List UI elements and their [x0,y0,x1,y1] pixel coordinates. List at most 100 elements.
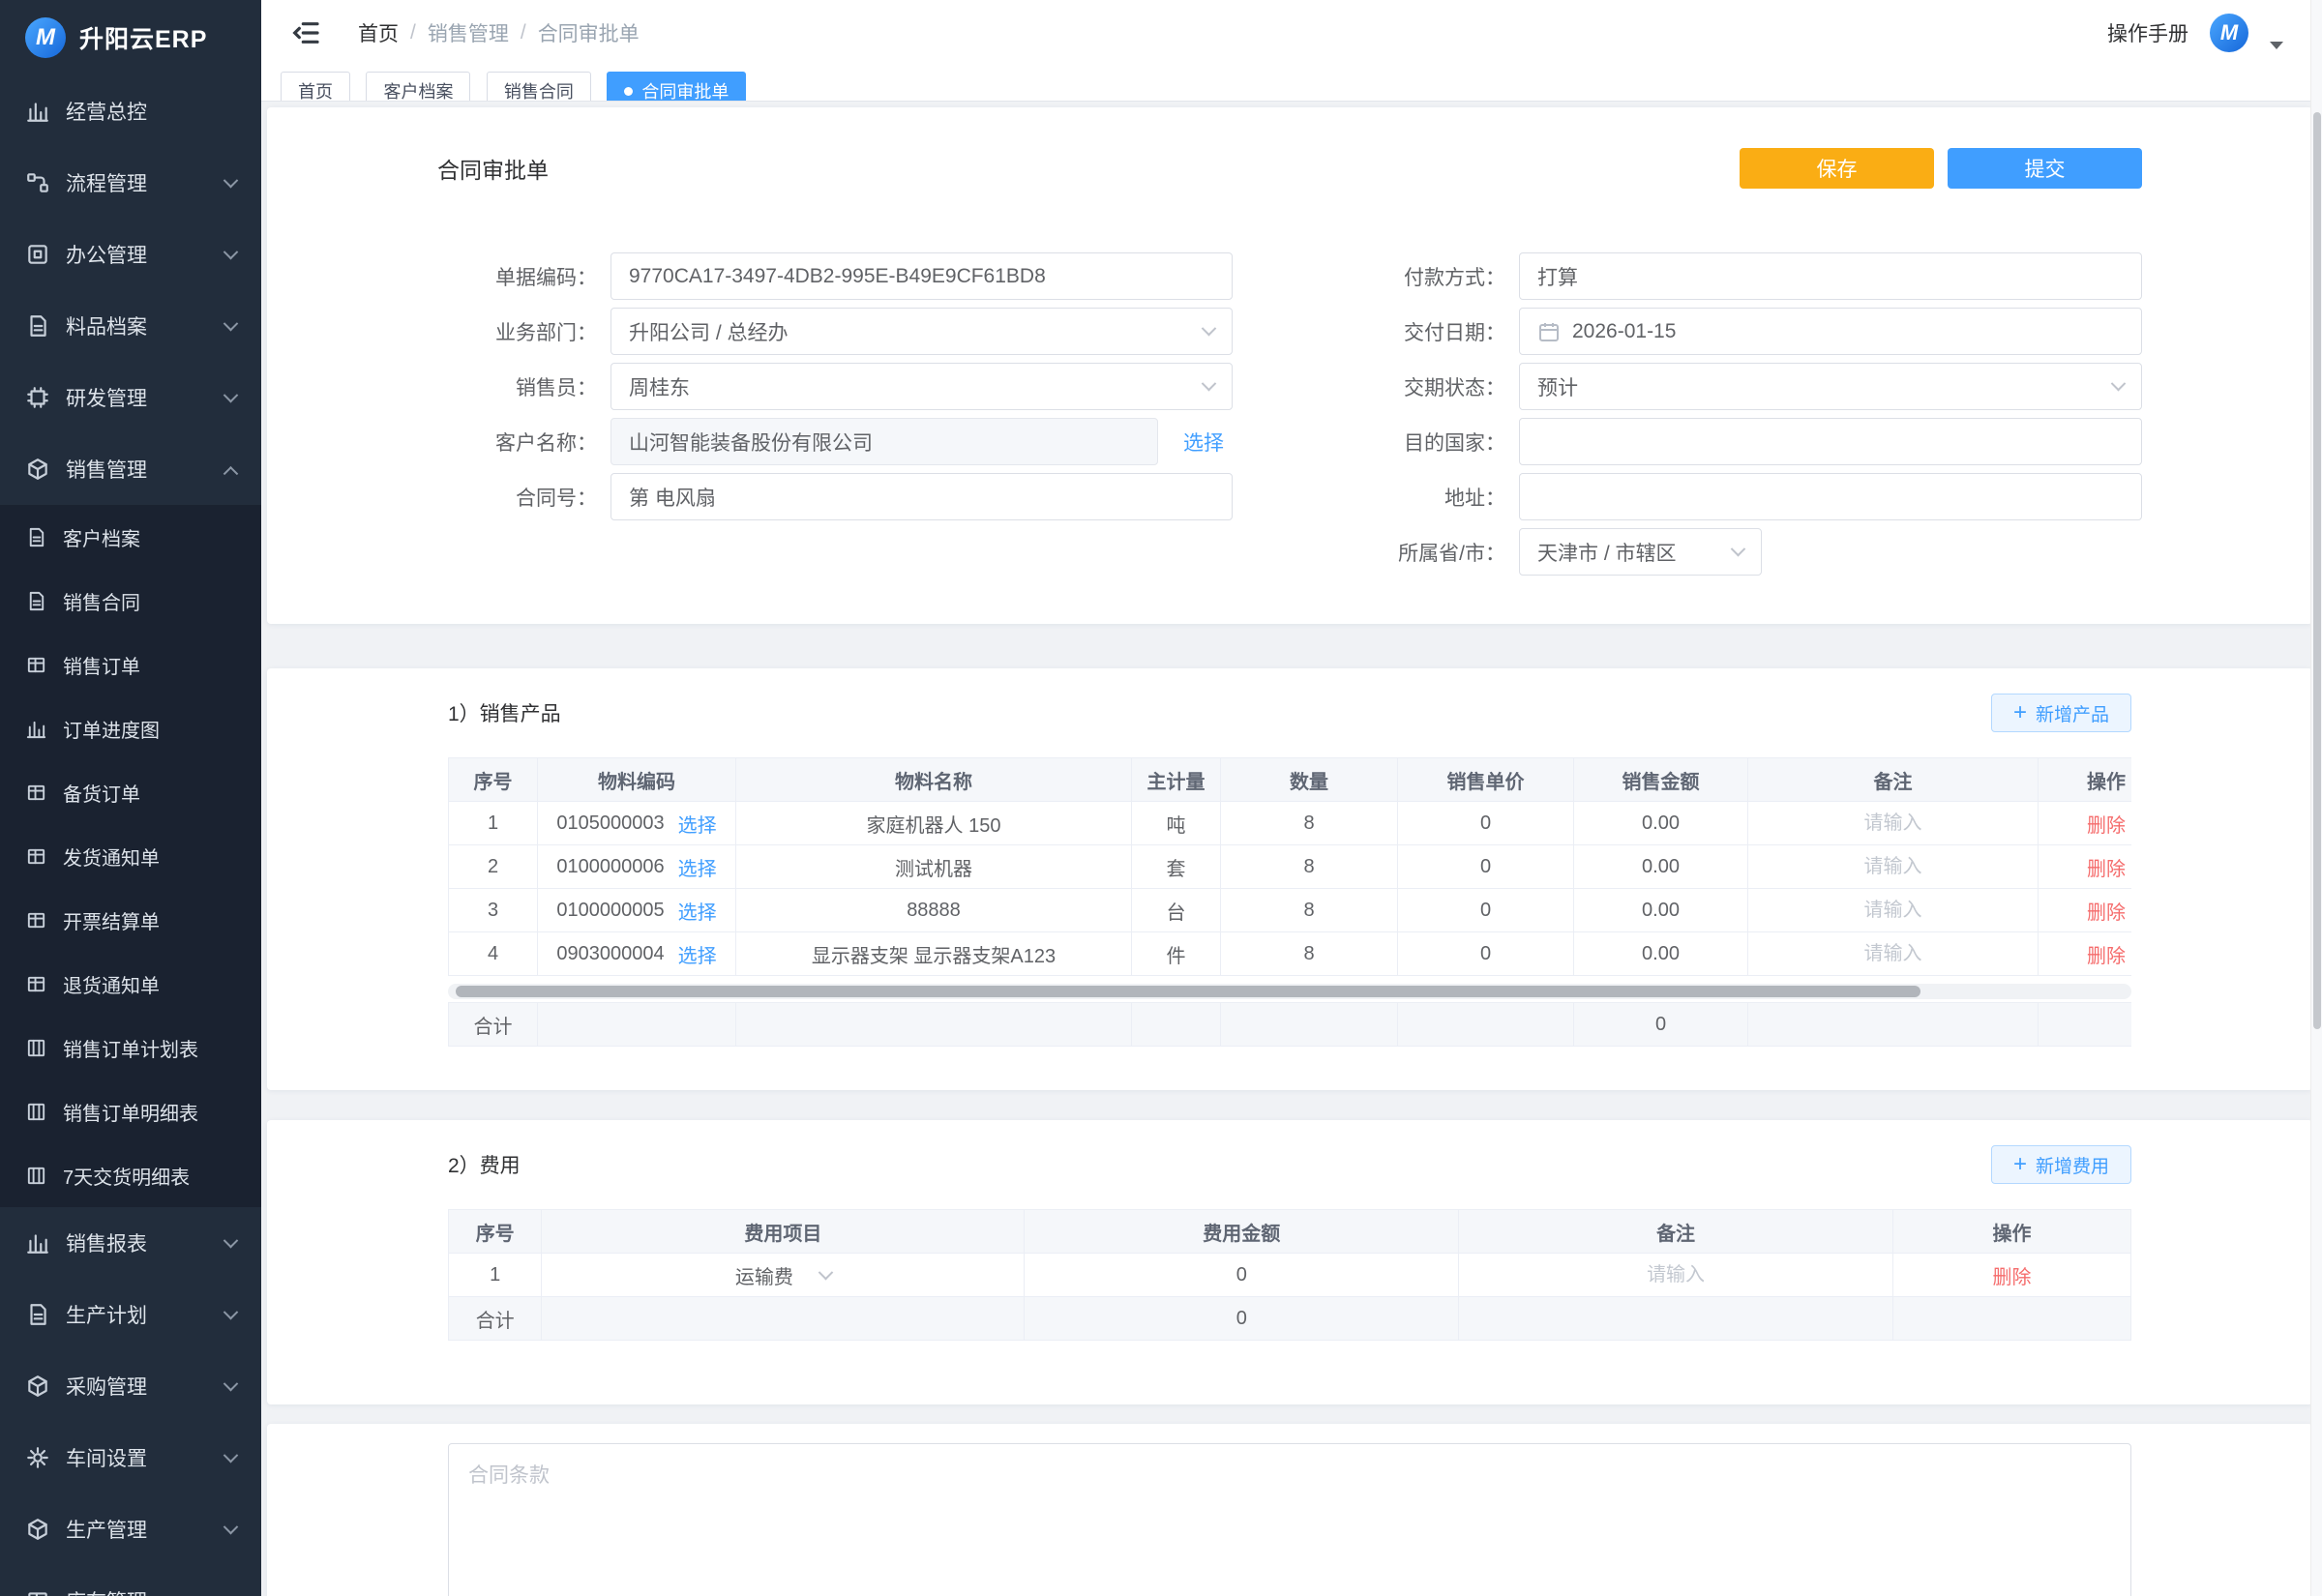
quantity-cell[interactable]: 8 [1221,932,1398,976]
sidebar-item-order-detail-report[interactable]: 销售订单明细表 [0,1079,261,1143]
manual-link[interactable]: 操作手册 [2107,18,2188,47]
payment-input[interactable] [1519,252,2142,300]
inventory-icon [25,1588,50,1596]
col-header: 费用项目 [542,1210,1025,1254]
sidebar-item-purchasing[interactable]: 采购管理 [0,1350,261,1422]
sidebar-item-7day-delivery-report[interactable]: 7天交货明细表 [0,1143,261,1207]
sidebar-item-workshop-settings[interactable]: 车间设置 [0,1422,261,1493]
sidebar-item-label: 料品档案 [66,311,147,340]
delivery-date-value: 2026-01-15 [1572,320,1676,343]
select-material-link[interactable]: 选择 [678,940,717,968]
sidebar-item-return-notices[interactable]: 退货通知单 [0,952,261,1016]
sidebar-item-invoice-settlement[interactable]: 开票结算单 [0,888,261,952]
sidebar-item-sales-reports[interactable]: 销售报表 [0,1207,261,1279]
material-name: 测试机器 [736,845,1132,889]
col-header: 物料名称 [736,758,1132,802]
select-material-link[interactable]: 选择 [678,853,717,881]
product-row: 3 0100000005选择 88888 台 8 0 0.00 删除 [449,889,2132,932]
delivery-status-select[interactable]: 预计 [1519,363,2142,410]
delivery-date-label: 交付日期： [1312,317,1519,346]
sidebar-item-production-mgmt[interactable]: 生产管理 [0,1493,261,1565]
quantity-cell[interactable]: 8 [1221,845,1398,889]
dept-select[interactable]: 升阳公司 / 总经办 [610,308,1233,355]
tab-home[interactable]: 首页 [281,72,350,102]
doc-no-input[interactable] [610,252,1233,300]
tab-contract-approval[interactable]: 合同审批单 [607,72,746,102]
remark-input[interactable] [1765,813,2020,835]
sidebar-item-shipping-notices[interactable]: 发货通知单 [0,824,261,888]
breadcrumb-section[interactable]: 销售管理 [428,18,509,47]
order-detail-icon [25,1101,47,1123]
chevron-down-icon [223,387,239,402]
sidebar-item-stock-orders[interactable]: 备货订单 [0,760,261,824]
breadcrumb: 首页 / 销售管理 / 合同审批单 [358,18,640,47]
remark-input[interactable] [1482,1264,1870,1286]
sidebar-item-sales[interactable]: 销售管理 [0,433,261,505]
sidebar-item-sales-orders[interactable]: 销售订单 [0,633,261,696]
contract-no-input[interactable] [610,473,1233,520]
user-avatar[interactable]: M [2210,14,2248,52]
workshop-gear-icon [25,1445,50,1470]
delete-row-link[interactable]: 删除 [1992,1267,2031,1288]
sidebar-item-workflow[interactable]: 流程管理 [0,147,261,219]
quantity-cell[interactable]: 8 [1221,802,1398,845]
sidebar-item-label: 生产计划 [66,1300,147,1329]
province-select-value: 天津市 / 市辖区 [1537,538,1677,567]
salesman-select[interactable]: 周桂东 [610,363,1233,410]
chevron-down-icon [223,1590,239,1596]
submit-button[interactable]: 提交 [1948,148,2142,189]
fee-item-select[interactable]: 运输费 [735,1261,831,1289]
material-code: 0903000004 [556,943,664,965]
address-input[interactable] [1519,473,2142,520]
unit-price-cell[interactable]: 0 [1398,932,1574,976]
tab-customer-files[interactable]: 客户档案 [366,72,470,102]
unit-price-cell[interactable]: 0 [1398,802,1574,845]
delivery-date-picker[interactable]: 2026-01-15 [1519,308,2142,355]
sidebar-item-inventory[interactable]: 库存管理 [0,1565,261,1596]
delete-row-link[interactable]: 删除 [2087,946,2126,967]
delete-row-link[interactable]: 删除 [2087,859,2126,880]
remark-input[interactable] [1765,943,2020,965]
save-button[interactable]: 保存 [1740,148,1934,189]
province-label: 所属省/市： [1312,538,1519,567]
sidebar-item-materials[interactable]: 料品档案 [0,290,261,362]
dest-country-input[interactable] [1519,418,2142,465]
sidebar-collapse-icon[interactable] [290,17,321,48]
sidebar-item-production-plan[interactable]: 生产计划 [0,1279,261,1350]
customer-select-link[interactable]: 选择 [1183,428,1224,457]
sidebar-item-rnd[interactable]: 研发管理 [0,362,261,433]
horizontal-scrollbar-thumb[interactable] [456,986,1920,997]
add-product-button[interactable]: + 新增产品 [1991,694,2131,732]
sidebar-item-order-plan-report[interactable]: 销售订单计划表 [0,1016,261,1079]
quantity-cell[interactable]: 8 [1221,889,1398,932]
stock-order-icon [25,782,47,804]
sidebar-item-label: 流程管理 [66,168,147,197]
sidebar-item-business-overview[interactable]: 经营总控 [0,75,261,147]
remark-input[interactable] [1765,900,2020,922]
province-select[interactable]: 天津市 / 市辖区 [1519,528,1762,576]
fee-amount-cell[interactable]: 0 [1025,1254,1459,1297]
material-code: 0100000005 [556,900,664,922]
tab-sales-contracts[interactable]: 销售合同 [487,72,591,102]
unit-price-cell[interactable]: 0 [1398,845,1574,889]
sidebar-item-sales-contracts[interactable]: 销售合同 [0,569,261,633]
remark-input[interactable] [1765,856,2020,878]
fees-section-title: 2）费用 [448,1150,521,1179]
contract-terms-textarea[interactable] [448,1443,2131,1596]
total-label: 合计 [449,1003,538,1047]
delete-row-link[interactable]: 删除 [2087,902,2126,924]
delete-row-link[interactable]: 删除 [2087,815,2126,837]
chevron-down-icon [223,1519,239,1534]
user-menu-caret-icon[interactable] [2270,42,2283,49]
breadcrumb-home[interactable]: 首页 [358,18,399,47]
sidebar-item-office[interactable]: 办公管理 [0,219,261,290]
unit-price-cell[interactable]: 0 [1398,889,1574,932]
sidebar-item-order-progress[interactable]: 订单进度图 [0,696,261,760]
col-header: 操作 [2039,758,2132,802]
page-scrollbar-thumb[interactable] [2313,112,2321,1029]
sidebar-item-label: 订单进度图 [63,715,160,743]
sidebar-item-customer-files[interactable]: 客户档案 [0,505,261,569]
select-material-link[interactable]: 选择 [678,810,717,838]
add-fee-button[interactable]: + 新增费用 [1991,1145,2131,1184]
select-material-link[interactable]: 选择 [678,897,717,925]
